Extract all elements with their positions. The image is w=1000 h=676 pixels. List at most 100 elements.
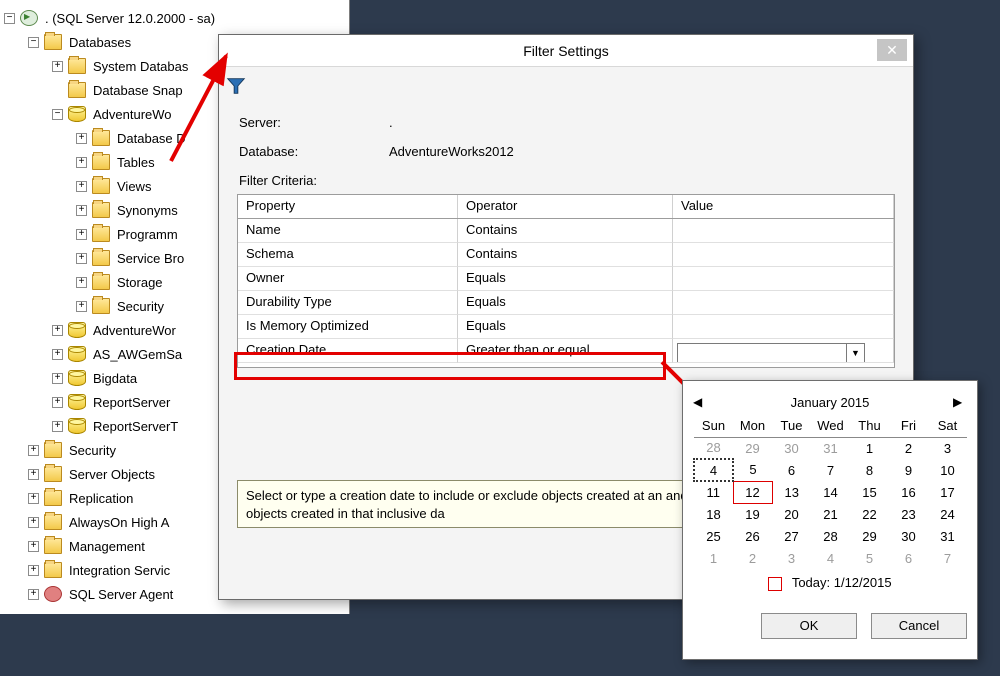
calendar-day[interactable]: 3 [772,547,811,569]
tree-item[interactable]: Integration Servic [67,563,172,578]
expand-toggle[interactable]: + [76,133,87,144]
expand-toggle[interactable]: + [52,61,63,72]
expand-toggle[interactable]: + [52,325,63,336]
calendar-day[interactable]: 1 [694,547,733,569]
expand-toggle[interactable]: − [4,13,15,24]
calendar-day[interactable]: 19 [733,503,772,525]
tree-server-label[interactable]: . (SQL Server 12.0.2000 - sa) [43,11,217,26]
today-link[interactable]: Today: 1/12/2015 [693,575,967,591]
grid-cell[interactable] [673,219,894,243]
tree-item[interactable]: Views [115,179,153,194]
calendar-day[interactable]: 17 [928,481,967,503]
calendar-day[interactable]: 23 [889,503,928,525]
calendar-day[interactable]: 26 [733,525,772,547]
datepicker-cancel-button[interactable]: Cancel [871,613,967,639]
filter-criteria-grid[interactable]: Property Operator Value NameContains Sch… [237,194,895,368]
calendar-day[interactable]: 6 [889,547,928,569]
expand-toggle[interactable]: + [76,229,87,240]
expand-toggle[interactable]: + [28,565,39,576]
tree-item[interactable]: Database D [115,131,188,146]
calendar-day[interactable]: 25 [694,525,733,547]
calendar-day[interactable]: 29 [850,525,889,547]
tree-item[interactable]: Security [67,443,118,458]
month-year-label[interactable]: January 2015 [791,395,870,410]
grid-cell[interactable] [673,315,894,339]
datepicker-ok-button[interactable]: OK [761,613,857,639]
expand-toggle[interactable]: + [76,157,87,168]
expand-toggle[interactable]: − [52,109,63,120]
tree-item[interactable]: System Databas [91,59,190,74]
grid-cell[interactable]: Durability Type [238,291,458,315]
expand-toggle[interactable]: + [28,517,39,528]
dialog-titlebar[interactable]: Filter Settings ✕ [219,35,913,67]
grid-cell[interactable]: Contains [458,219,673,243]
grid-cell[interactable]: Equals [458,291,673,315]
calendar-day[interactable]: 11 [694,481,733,503]
expand-toggle[interactable]: + [76,301,87,312]
calendar-day[interactable]: 30 [772,437,811,459]
expand-toggle[interactable]: + [28,589,39,600]
calendar-day[interactable]: 7 [928,547,967,569]
tree-item[interactable]: Service Bro [115,251,186,266]
grid-cell-creation-date[interactable]: Creation Date [238,339,458,363]
expand-toggle[interactable]: + [52,421,63,432]
tree-item[interactable]: ReportServer [91,395,172,410]
grid-cell[interactable]: Owner [238,267,458,291]
next-month-button[interactable]: ▶ [953,395,967,409]
calendar-day[interactable]: 28 [694,437,733,459]
tree-item[interactable]: ReportServerT [91,419,180,434]
expand-toggle[interactable]: + [28,445,39,456]
tree-item[interactable]: Bigdata [91,371,139,386]
prev-month-button[interactable]: ◀ [693,395,707,409]
grid-cell[interactable] [673,291,894,315]
tree-item[interactable]: Security [115,299,166,314]
grid-cell[interactable]: Is Memory Optimized [238,315,458,339]
calendar-day[interactable]: 14 [811,481,850,503]
expand-toggle[interactable]: − [28,37,39,48]
calendar-day[interactable]: 7 [811,459,850,481]
expand-toggle[interactable]: + [28,493,39,504]
grid-cell[interactable]: Equals [458,315,673,339]
tree-adventureworks[interactable]: AdventureWo [91,107,174,122]
expand-toggle[interactable]: + [28,541,39,552]
calendar-day[interactable]: 21 [811,503,850,525]
grid-cell-value[interactable]: ▼ [673,339,894,363]
calendar-day[interactable]: 8 [850,459,889,481]
calendar-day[interactable]: 2 [889,437,928,459]
calendar-day[interactable]: 4 [811,547,850,569]
expand-toggle[interactable]: + [28,469,39,480]
grid-header-property[interactable]: Property [238,195,458,218]
calendar-day[interactable]: 15 [850,481,889,503]
grid-cell[interactable] [673,267,894,291]
tree-item[interactable]: SQL Server Agent [67,587,175,602]
expand-toggle[interactable]: + [52,349,63,360]
calendar-day[interactable]: 20 [772,503,811,525]
calendar-day[interactable]: 31 [928,525,967,547]
grid-cell[interactable]: Contains [458,243,673,267]
tree-item[interactable]: AS_AWGemSa [91,347,184,362]
date-value-dropdown[interactable]: ▼ [677,343,865,363]
calendar-day[interactable]: 3 [928,437,967,459]
grid-cell[interactable] [673,243,894,267]
grid-cell-operator[interactable]: Greater than or equal [458,339,673,363]
calendar-day[interactable]: 27 [772,525,811,547]
calendar-day[interactable]: 9 [889,459,928,481]
calendar-day[interactable]: 31 [811,437,850,459]
calendar-day[interactable]: 5 [733,459,772,481]
expand-toggle[interactable]: + [76,253,87,264]
tree-item[interactable]: Server Objects [67,467,157,482]
calendar-day[interactable]: 10 [928,459,967,481]
calendar-day[interactable]: 22 [850,503,889,525]
grid-cell[interactable]: Schema [238,243,458,267]
expand-toggle[interactable]: + [76,205,87,216]
calendar-day[interactable]: 16 [889,481,928,503]
tree-item[interactable]: Synonyms [115,203,180,218]
close-button[interactable]: ✕ [877,39,907,61]
calendar-day[interactable]: 1 [850,437,889,459]
tree-item[interactable]: Replication [67,491,135,506]
expand-toggle[interactable]: + [76,181,87,192]
calendar-day[interactable]: 24 [928,503,967,525]
expand-toggle[interactable]: + [52,397,63,408]
grid-header-value[interactable]: Value [673,195,894,218]
calendar-day[interactable]: 4 [694,459,733,481]
